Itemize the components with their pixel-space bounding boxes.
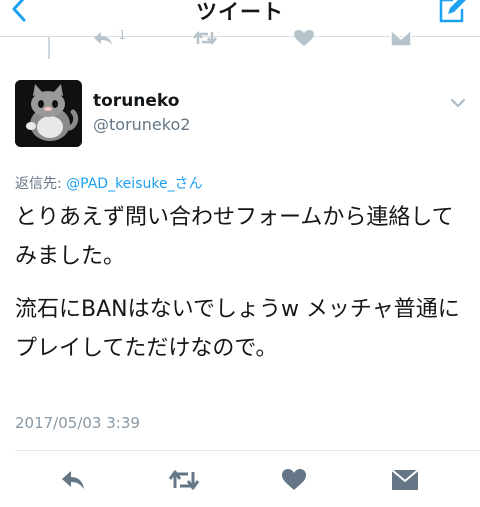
chevron-down-icon	[451, 99, 465, 107]
reply-mention-link[interactable]: @PAD_keisuke_さん	[66, 176, 202, 192]
username[interactable]: @toruneko2	[93, 115, 190, 134]
tweet-timestamp: 2017/05/03 3:39	[15, 414, 140, 432]
reply-count: 1	[118, 30, 127, 43]
avatar[interactable]	[15, 80, 82, 147]
tweet-text: とりあえず問い合わせフォームから連絡してみました。 流石にBANはないでしょうw…	[15, 198, 475, 368]
more-options-button[interactable]	[449, 95, 467, 109]
tweet-paragraph: 流石にBANはないでしょうw メッチャ普通にプレイしてただけなので。	[15, 297, 460, 361]
retweet-icon	[168, 470, 200, 490]
heart-icon	[282, 469, 306, 490]
thread-connector-line	[48, 37, 50, 59]
reply-icon[interactable]	[92, 30, 114, 46]
reply-to-line: 返信先: @PAD_keisuke_さん	[15, 173, 203, 193]
previous-tweet-actions: 1	[0, 30, 480, 50]
tweet-paragraph: とりあえず問い合わせフォームから連絡してみました。	[15, 205, 454, 269]
cat-avatar-image	[15, 80, 82, 147]
like-button[interactable]	[281, 468, 311, 496]
compose-button[interactable]	[438, 0, 468, 24]
reply-icon	[62, 471, 84, 489]
reply-to-prefix: 返信先:	[15, 176, 67, 192]
display-name[interactable]: toruneko	[93, 91, 179, 111]
retweet-icon[interactable]	[192, 30, 218, 46]
envelope-icon	[391, 469, 419, 490]
retweet-button[interactable]	[168, 468, 200, 496]
reply-button[interactable]	[60, 468, 90, 496]
heart-icon[interactable]	[294, 30, 314, 46]
divider	[15, 450, 480, 451]
page-title: ツイート	[196, 0, 284, 24]
envelope-icon[interactable]	[390, 30, 412, 46]
compose-icon	[439, 0, 466, 23]
direct-message-button[interactable]	[391, 468, 421, 496]
